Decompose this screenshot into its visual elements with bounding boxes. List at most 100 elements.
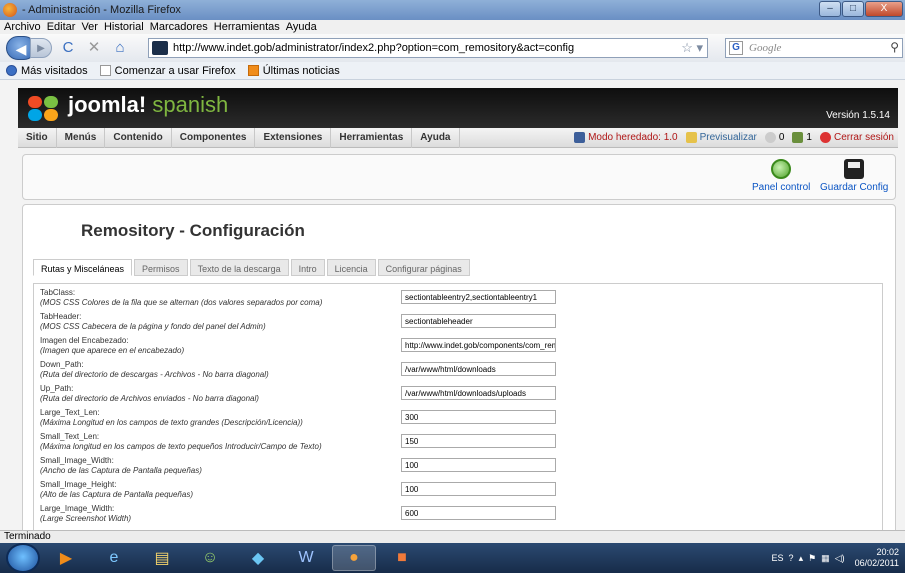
messages-icon <box>764 132 776 143</box>
users-count: 1 <box>792 132 812 143</box>
small-image-width-input[interactable] <box>401 458 556 472</box>
media-player-icon[interactable]: ▶ <box>44 545 88 571</box>
stop-icon[interactable]: ✕ <box>84 38 104 58</box>
menu-ayuda[interactable]: Ayuda <box>286 21 317 33</box>
field-label: Small_Text_Len: (Máxima longitud en los c… <box>40 432 322 451</box>
network-icon[interactable]: ▦ <box>821 553 830 564</box>
url-text: http://www.indet.gob/administrator/index… <box>173 42 575 54</box>
form-row: Large_Image_Width: (Large Screenshot Widt… <box>34 504 882 528</box>
url-bar[interactable]: http://www.indet.gob/administrator/index… <box>148 38 708 58</box>
joomla-menu: Sitio Menús Contenido Componentes Extens… <box>18 127 898 148</box>
internet-explorer-icon[interactable]: e <box>92 545 136 571</box>
bookmark-label: Comenzar a usar Firefox <box>114 64 236 77</box>
maximize-button[interactable]: □ <box>842 1 864 17</box>
form-row: Down_Path: (Ruta del directorio de descar… <box>34 360 882 384</box>
logout-link[interactable]: Cerrar sesión <box>819 132 894 143</box>
start-button[interactable] <box>6 543 40 573</box>
form-row: Small_Image_Width: (Ancho de las Captura … <box>34 456 882 480</box>
jmenu-ayuda[interactable]: Ayuda <box>412 127 460 148</box>
users-app-icon[interactable]: ☺ <box>188 545 232 571</box>
up-path-input[interactable] <box>401 386 556 400</box>
tray-arrow-icon[interactable]: ▴ <box>799 553 804 564</box>
jmenu-extensiones[interactable]: Extensiones <box>255 127 332 148</box>
messages-count[interactable]: 0 <box>764 132 784 143</box>
tab-configurar-paginas[interactable]: Configurar páginas <box>377 259 470 276</box>
field-label: TabClass: (MOS CSS Colores de la fila que… <box>40 288 323 307</box>
large-image-width-input[interactable] <box>401 506 556 520</box>
menu-ver[interactable]: Ver <box>81 21 98 33</box>
clock[interactable]: 20:02 06/02/2011 <box>855 547 899 569</box>
firefox-task-icon[interactable]: ● <box>332 545 376 571</box>
reload-icon[interactable]: C <box>58 38 78 58</box>
paint-icon[interactable]: ◆ <box>236 545 280 571</box>
search-placeholder: Google <box>749 42 782 54</box>
bookmark-star-icon[interactable]: ☆ ▾ <box>681 40 703 56</box>
form-row: TabClass: (MOS CSS Colores de la fila que… <box>34 288 882 312</box>
tab-intro[interactable]: Intro <box>290 259 325 276</box>
header-image-input[interactable] <box>401 338 556 352</box>
menu-bar: Archivo Editar Ver Historial Marcadores … <box>0 20 905 34</box>
config-form: TabClass: (MOS CSS Colores de la fila que… <box>33 283 883 530</box>
tab-permisos[interactable]: Permisos <box>134 259 188 276</box>
jmenu-componentes[interactable]: Componentes <box>172 127 256 148</box>
navigation-toolbar: ◀ ▶ C ✕ ⌂ http://www.indet.gob/administr… <box>0 34 905 62</box>
tabclass-input[interactable] <box>401 290 556 304</box>
search-icon[interactable]: ⚲ <box>890 40 899 54</box>
app-task-icon[interactable]: ■ <box>380 545 424 571</box>
clock-date: 06/02/2011 <box>854 558 899 568</box>
users-icon <box>792 132 804 143</box>
tab-rutas[interactable]: Rutas y Misceláneas <box>33 259 133 276</box>
config-tabs: Rutas y Misceláneas Permisos Texto de la… <box>33 259 472 276</box>
bookmark-latest-news[interactable]: Últimas noticias <box>247 65 340 77</box>
save-config-button[interactable]: Guardar Config <box>820 159 888 193</box>
menu-marcadores[interactable]: Marcadores <box>150 21 208 33</box>
tabheader-input[interactable] <box>401 314 556 328</box>
volume-icon[interactable]: ◁) <box>835 553 845 564</box>
flag-icon[interactable]: ⚑ <box>808 553 816 564</box>
save-config-label: Guardar Config <box>820 182 889 193</box>
help-icon[interactable]: ? <box>789 553 794 563</box>
down-path-input[interactable] <box>401 362 556 376</box>
site-favicon-icon <box>152 41 168 55</box>
close-button[interactable]: X <box>865 1 903 17</box>
joomla-logo <box>26 94 60 122</box>
forward-button[interactable]: ▶ <box>30 38 52 58</box>
page-icon <box>99 65 111 76</box>
firefox-icon <box>3 3 17 17</box>
language-indicator[interactable]: ES <box>772 553 784 563</box>
browser-status-bar: Terminado <box>0 530 905 543</box>
window-titlebar: - Administración - Mozilla Firefox – □ X <box>0 0 905 20</box>
legacy-icon <box>574 132 586 143</box>
most-visited-icon <box>6 65 17 76</box>
bookmark-getting-started[interactable]: Comenzar a usar Firefox <box>99 64 236 77</box>
form-row: Large_Text_Len: (Máxima Longitud en los c… <box>34 408 882 432</box>
google-icon[interactable]: G <box>729 41 743 55</box>
tab-licencia[interactable]: Licencia <box>326 259 376 276</box>
menu-editar[interactable]: Editar <box>47 21 76 33</box>
bookmark-most-visited[interactable]: Más visitados <box>6 65 88 77</box>
jmenu-herramientas[interactable]: Herramientas <box>331 127 413 148</box>
home-icon[interactable]: ⌂ <box>110 38 130 58</box>
tab-texto-descarga[interactable]: Texto de la descarga <box>189 259 289 276</box>
folder-icon[interactable]: ▤ <box>140 545 184 571</box>
page-title: Remository - Configuración <box>81 221 305 240</box>
jmenu-contenido[interactable]: Contenido <box>105 127 172 148</box>
window-title: - Administración - Mozilla Firefox <box>22 4 181 16</box>
panel-control-icon <box>771 159 792 179</box>
menu-historial[interactable]: Historial <box>104 21 144 33</box>
small-image-height-input[interactable] <box>401 482 556 496</box>
minimize-button[interactable]: – <box>819 1 841 17</box>
panel-control-button[interactable]: Panel control <box>752 159 810 193</box>
search-bar[interactable]: G Google ⚲ <box>725 38 903 58</box>
jmenu-sitio[interactable]: Sitio <box>18 127 57 148</box>
preview-icon <box>685 132 697 143</box>
jmenu-menus[interactable]: Menús <box>57 127 106 148</box>
small-text-len-input[interactable] <box>401 434 556 448</box>
joomla-header: joomla! spanish Versión 1.5.14 <box>18 88 898 128</box>
word-icon[interactable]: W <box>284 545 328 571</box>
form-row: TabHeader: (MOS CSS Cabecera de la página… <box>34 312 882 336</box>
menu-herramientas[interactable]: Herramientas <box>214 21 280 33</box>
preview-link[interactable]: Previsualizar <box>685 132 757 143</box>
large-text-len-input[interactable] <box>401 410 556 424</box>
menu-archivo[interactable]: Archivo <box>4 21 41 33</box>
